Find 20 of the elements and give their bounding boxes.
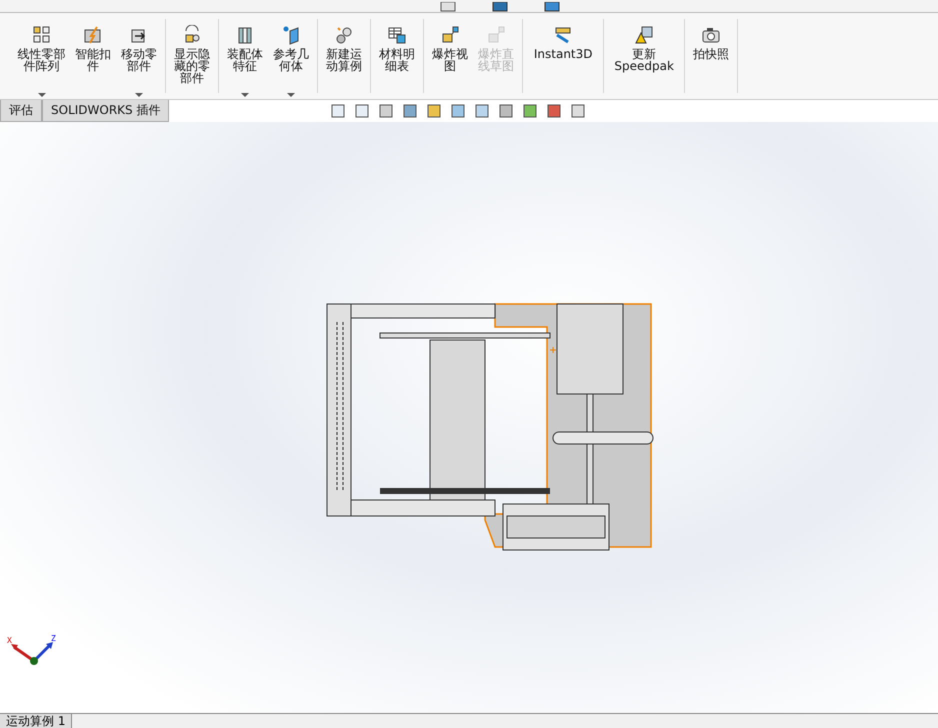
plane-point-icon — [281, 25, 302, 45]
graphics-area[interactable]: X Z — [0, 122, 938, 713]
folder-bolt-icon — [83, 25, 104, 45]
table-cube-icon — [387, 25, 408, 45]
cube-warning-icon — [634, 25, 654, 45]
ribbon-button[interactable]: Instant3D — [527, 25, 600, 103]
ribbon-button[interactable]: 更新 Speedpak — [608, 25, 680, 103]
axis-triad-drawing: X Z — [4, 627, 64, 667]
gears-icon — [334, 25, 354, 45]
motion-study-tab[interactable]: 运动算例 1 — [0, 714, 72, 728]
ribbon-button[interactable]: 新建运动算例 — [322, 25, 366, 103]
grid-icon — [32, 25, 52, 45]
ribbon-tab[interactable]: SOLIDWORKS 插件 — [42, 100, 170, 122]
ribbon-button[interactable]: 爆炸视图 — [428, 25, 472, 103]
camera-icon — [701, 25, 722, 45]
exploded-parts-icon — [486, 25, 506, 45]
ribbon-button[interactable]: 显示隐藏的零部件 — [170, 25, 214, 103]
exploded-parts-icon — [440, 25, 460, 45]
ribbon-tab[interactable]: 评估 — [0, 100, 42, 122]
ruler-arrow-icon — [553, 25, 574, 45]
